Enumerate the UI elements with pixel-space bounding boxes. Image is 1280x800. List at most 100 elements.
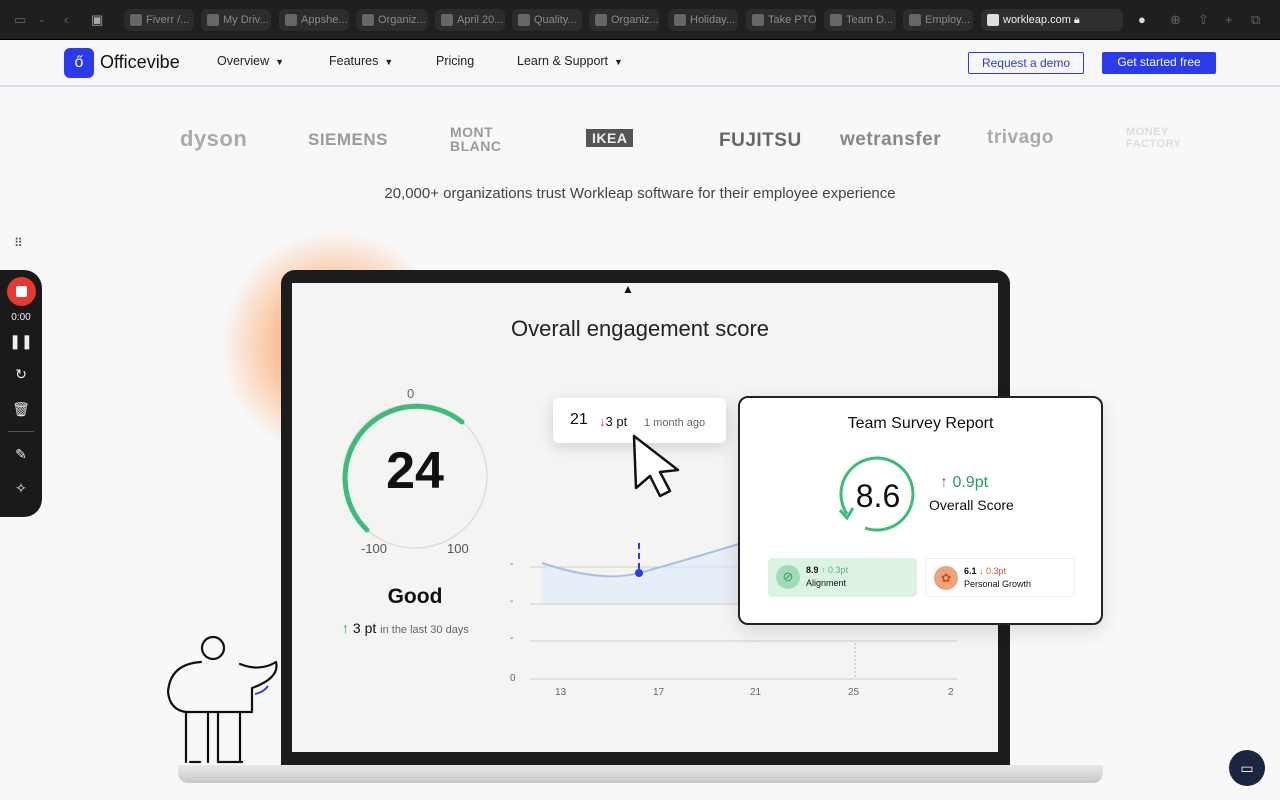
logo-siemens: SIEMENS xyxy=(308,130,389,149)
officevibe-logo-icon[interactable]: ő xyxy=(64,48,94,78)
chevron-down-icon: ▼ xyxy=(384,57,394,67)
tab[interactable]: Take PTO xyxy=(746,9,816,31)
arrow-up-icon: ↑ xyxy=(342,620,349,636)
logo-montblanc: MONT BLANC xyxy=(450,124,502,154)
laptop-base xyxy=(178,765,1103,783)
tab[interactable]: Employ... xyxy=(903,9,973,31)
alignment-label: Alignment xyxy=(806,578,847,588)
request-demo-button[interactable]: Request a demo xyxy=(968,52,1084,74)
nav-pricing[interactable]: Pricing xyxy=(436,54,474,68)
tabs-icon[interactable]: ⧉ xyxy=(1251,12,1260,28)
tab[interactable]: Appshe... xyxy=(279,9,349,31)
cursor-illustration-icon xyxy=(632,434,680,498)
nav-features[interactable]: Features ▼ xyxy=(329,54,393,68)
logo-dyson: dyson xyxy=(180,126,248,151)
gauge-min: -100 xyxy=(361,541,388,556)
compass-icon: ⊘ xyxy=(776,565,800,589)
survey-change-value: 0.9pt xyxy=(952,474,989,491)
alignment-item[interactable]: ⊘ 8.9 ↑ 0.3pt Alignment xyxy=(768,558,917,597)
survey-change: ↑ 0.9pt xyxy=(940,474,988,492)
tab[interactable]: Team D... xyxy=(824,9,896,31)
tab[interactable]: Organiz... xyxy=(356,9,428,31)
gauge-value: 24 xyxy=(386,442,444,500)
share-icon[interactable]: ⇧ xyxy=(1198,12,1209,28)
nav-learn-support[interactable]: Learn & Support ▼ xyxy=(517,54,623,68)
tab[interactable]: Organiz... xyxy=(589,9,659,31)
back-icon[interactable]: ‹ xyxy=(64,12,68,27)
alignment-change: ↑ 0.3pt xyxy=(821,565,849,575)
new-tab-icon[interactable]: + xyxy=(1225,12,1233,27)
logo-fujitsu: FUJITSU xyxy=(719,130,802,151)
chevron-down-icon: ▼ xyxy=(275,57,285,67)
tab[interactable]: April 20... xyxy=(435,9,505,31)
url-text: workleap.com xyxy=(1003,14,1071,26)
chevron-down-icon[interactable]: ⌄ xyxy=(38,14,46,25)
address-bar[interactable]: workleap.com 🔒︎ xyxy=(981,9,1123,31)
alignment-values: 8.9 ↑ 0.3pt xyxy=(806,565,848,575)
tooltip-change: ↓3 pt xyxy=(599,414,627,429)
restart-icon[interactable]: ↻ xyxy=(0,366,42,383)
nav-label: Features xyxy=(329,54,379,68)
survey-score-label: Overall Score xyxy=(929,497,1014,513)
y-tick: - xyxy=(510,633,514,644)
stop-icon xyxy=(16,286,27,297)
chat-button[interactable]: ▭ xyxy=(1229,750,1265,786)
get-started-button[interactable]: Get started free xyxy=(1102,52,1216,74)
growth-value: 6.1 xyxy=(964,566,977,576)
x-tick: 13 xyxy=(555,687,567,698)
lock-icon: 🔒︎ xyxy=(1073,14,1080,26)
trash-icon[interactable]: 🗑︎ xyxy=(0,401,42,418)
growth-label: Personal Growth xyxy=(964,579,1032,589)
x-tick: 21 xyxy=(750,687,762,698)
x-tick: 2 xyxy=(948,687,954,698)
growth-values: 6.1 ↓ 0.3pt xyxy=(964,566,1006,576)
y-tick: - xyxy=(510,596,514,607)
highlight-point xyxy=(635,569,643,577)
x-tick: 25 xyxy=(848,687,860,698)
gauge-max: 100 xyxy=(447,541,469,556)
tab[interactable]: Holiday... xyxy=(668,9,738,31)
tab[interactable]: Quality... xyxy=(512,9,582,31)
tagline: 20,000+ organizations trust Workleap sof… xyxy=(384,185,896,202)
pencil-icon[interactable]: ✎ xyxy=(0,446,42,463)
download-icon[interactable]: ⊕ xyxy=(1170,12,1181,28)
record-timer: 0:00 xyxy=(11,312,31,323)
tab[interactable]: Fiverr /... xyxy=(124,9,194,31)
gauge-change: ↑ 3 pt in the last 30 days xyxy=(342,620,469,636)
y-tick: - xyxy=(510,559,514,570)
recorder-toolbar: 0:00 ❚❚ ↻ 🗑︎ ✎ ✧ xyxy=(0,270,42,517)
arrow-up-icon: ↑ xyxy=(940,474,948,491)
x-tick: 17 xyxy=(653,687,665,698)
alignment-change-value: 0.3pt xyxy=(828,565,849,575)
pause-icon[interactable]: ❚❚ xyxy=(0,333,42,350)
gauge-top-label: 0 xyxy=(407,386,415,401)
site-nav: ő Officevibe Overview ▼ Features ▼ Pricing… xyxy=(0,40,1280,87)
logo-trivago: trivago xyxy=(987,127,1054,148)
flower-icon: ✿ xyxy=(934,566,958,590)
chat-icon: ▭ xyxy=(1240,760,1254,776)
tab[interactable]: My Driv... xyxy=(201,9,271,31)
magic-wand-icon[interactable]: ✧ xyxy=(0,480,42,497)
y-tick: 0 xyxy=(510,673,516,684)
brand-name[interactable]: Officevibe xyxy=(100,52,180,73)
drag-handle-icon[interactable]: ⠿ xyxy=(14,236,23,250)
logo-money-factory: MONEY FACTORY xyxy=(1126,126,1182,150)
logo-ikea: IKEA xyxy=(586,129,634,147)
character-illustration xyxy=(166,635,278,764)
logo-wetransfer: wetransfer xyxy=(840,129,942,150)
stop-record-button[interactable] xyxy=(7,277,36,306)
personal-growth-item[interactable]: ✿ 6.1 ↓ 0.3pt Personal Growth xyxy=(925,558,1075,597)
survey-score: 8.6 xyxy=(855,478,901,514)
alignment-value: 8.9 xyxy=(806,565,819,575)
tooltip-value: 21 xyxy=(570,411,588,428)
tab-overview-icon[interactable]: ▣ xyxy=(91,12,103,28)
more-icon[interactable]: ● xyxy=(1138,12,1146,27)
nav-label: Learn & Support xyxy=(517,54,609,68)
sidebar-icon[interactable]: ▭ xyxy=(14,12,26,28)
change-period: in the last 30 days xyxy=(380,624,469,636)
nav-overview[interactable]: Overview ▼ xyxy=(217,54,284,68)
tooltip-change-value: 3 pt xyxy=(605,414,628,429)
gauge-label: Good xyxy=(387,585,443,608)
browser-toolbar: ▭ ⌄ ‹ ▣ Fiverr /... My Driv... Appshe...… xyxy=(0,0,1280,40)
nav-label: Overview xyxy=(217,54,270,68)
